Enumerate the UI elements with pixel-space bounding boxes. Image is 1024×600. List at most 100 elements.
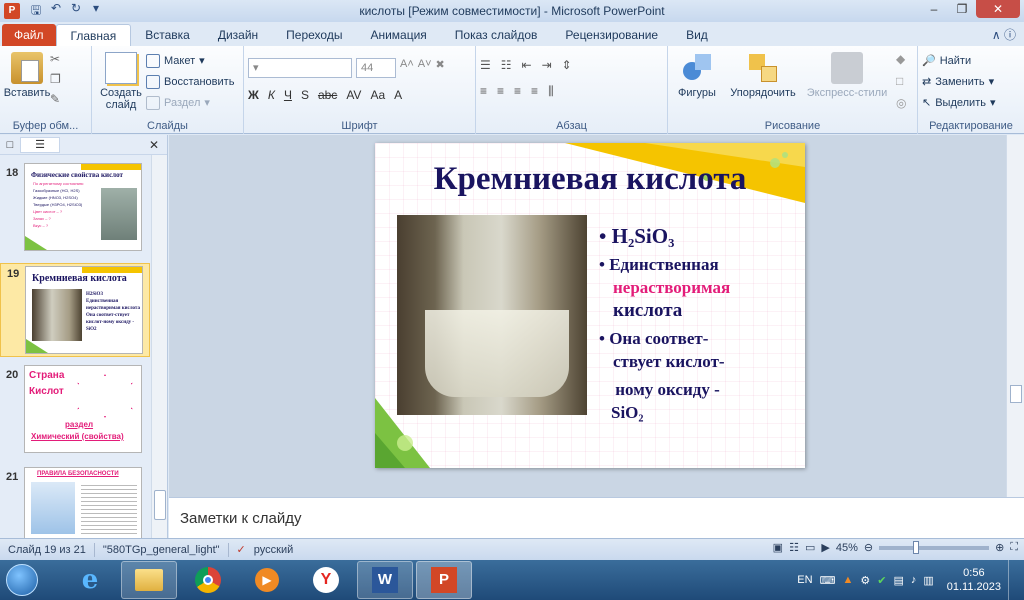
tab-view[interactable]: Вид <box>672 24 722 46</box>
taskbar-internet-explorer[interactable]: e <box>62 561 118 599</box>
increase-indent-icon[interactable]: ⇥ <box>542 58 552 72</box>
slideshow-icon[interactable]: ▶ <box>821 541 829 554</box>
spellcheck-icon[interactable]: ✓ <box>237 543 246 556</box>
find-button[interactable]: 🔎 Найти <box>922 50 1020 71</box>
shrink-font-icon[interactable]: A˅ <box>418 58 432 78</box>
thumbnail-slide-20[interactable]: 20 Страна Кислот раздел Химический (свой… <box>0 365 150 461</box>
arrange-button[interactable]: Упорядочить <box>728 48 798 110</box>
close-panel-icon[interactable]: ✕ <box>149 138 159 152</box>
avast-icon[interactable]: ▲ <box>842 574 853 586</box>
slide-title[interactable]: Кремниевая кислота <box>375 161 805 198</box>
copy-icon[interactable]: ❐ <box>50 72 61 86</box>
taskbar-word[interactable]: W <box>357 561 413 599</box>
align-center-icon[interactable]: ≡ <box>497 84 504 99</box>
language-bar[interactable]: EN <box>797 574 812 586</box>
zoom-level[interactable]: 45% <box>836 542 858 554</box>
case-button[interactable]: Aa <box>370 88 385 102</box>
undo-icon[interactable]: ↶ <box>48 1 64 22</box>
align-right-icon[interactable]: ≡ <box>514 84 521 99</box>
powerpoint-app-icon[interactable]: P <box>4 3 20 19</box>
tab-file[interactable]: Файл <box>2 24 56 46</box>
save-icon[interactable]: 🖫 <box>28 1 44 22</box>
security-icon[interactable]: ✔ <box>877 574 886 587</box>
tab-design[interactable]: Дизайн <box>204 24 272 46</box>
italic-button[interactable]: К <box>268 88 275 102</box>
underline-button[interactable]: Ч <box>284 88 292 102</box>
thumbnail-scrollbar[interactable] <box>151 155 167 538</box>
paste-button[interactable]: Вставить <box>4 48 50 106</box>
tab-home[interactable]: Главная <box>55 24 132 46</box>
outline-icon[interactable]: □ <box>896 74 906 88</box>
notes-pane[interactable]: Заметки к слайду <box>169 497 1024 538</box>
font-color-button[interactable]: A <box>394 88 402 102</box>
grow-font-icon[interactable]: A˄ <box>400 58 414 78</box>
quick-styles-button[interactable]: Экспресс-стили <box>804 48 890 110</box>
help-icon[interactable]: ∧ ⓘ <box>992 26 1016 43</box>
test-tube-photo[interactable] <box>397 215 587 415</box>
thumbnail-slide-21[interactable]: 21 ПРАВИЛА БЕЗОПАСНОСТИ <box>0 467 150 539</box>
redo-icon[interactable]: ↻ <box>68 1 84 22</box>
tab-review[interactable]: Рецензирование <box>551 24 672 46</box>
font-size-input[interactable]: 44 <box>356 58 396 78</box>
decrease-indent-icon[interactable]: ⇤ <box>522 58 532 72</box>
zoom-out-icon[interactable]: ⊖ <box>864 541 873 554</box>
section-button[interactable]: Раздел ▾ <box>146 92 234 113</box>
zoom-slider[interactable] <box>879 540 990 554</box>
keyboard-icon[interactable]: ⌨ <box>820 574 836 587</box>
taskbar-media[interactable]: ▶ <box>239 561 295 599</box>
tab-animation[interactable]: Анимация <box>356 24 440 46</box>
select-button[interactable]: ↖ Выделить ▾ <box>922 92 1020 113</box>
thumbnail-slide-18[interactable]: 18 Физические свойства кислот По агрегат… <box>0 163 150 259</box>
clear-format-icon[interactable]: ✖ <box>436 58 445 78</box>
reading-view-icon[interactable]: ▭ <box>805 541 815 554</box>
spacing-button[interactable]: AV <box>346 88 361 102</box>
slide-sorter-icon[interactable]: ☷ <box>789 541 799 554</box>
language-indicator[interactable]: русский <box>254 544 293 556</box>
reset-button[interactable]: Восстановить <box>146 71 234 92</box>
scroll-thumb[interactable] <box>1010 385 1022 403</box>
customize-qat-icon[interactable]: ▾ <box>88 1 104 22</box>
layout-button[interactable]: Макет ▾ <box>146 50 234 71</box>
thumbnail-slide-19-selected[interactable]: 19 Кремниевая кислота H2SiO3 Единственна… <box>0 263 150 357</box>
zoom-knob[interactable] <box>913 540 920 554</box>
format-painter-icon[interactable]: ✎ <box>50 92 61 106</box>
shadow-button[interactable]: S <box>301 88 309 102</box>
line-spacing-icon[interactable]: ⇕ <box>562 58 572 72</box>
editor-scrollbar[interactable] <box>1006 135 1024 497</box>
device-icon[interactable]: ▤ <box>893 574 903 587</box>
columns-icon[interactable]: ⫼ <box>548 84 554 99</box>
scroll-thumb[interactable] <box>154 490 166 520</box>
network-icon[interactable]: ▥ <box>923 574 933 587</box>
taskbar-yandex[interactable]: Y <box>298 561 354 599</box>
tab-insert[interactable]: Вставка <box>131 24 204 46</box>
clock[interactable]: 0:56 01.11.2023 <box>947 566 1001 594</box>
cut-icon[interactable]: ✂ <box>50 52 61 66</box>
start-button[interactable] <box>0 560 44 600</box>
zoom-in-icon[interactable]: ⊕ <box>995 541 1004 554</box>
outline-tab-icon[interactable]: ☰ <box>20 136 60 153</box>
tab-transitions[interactable]: Переходы <box>272 24 356 46</box>
slides-tab-icon[interactable]: □ <box>0 139 20 151</box>
font-name-input[interactable]: ▾ <box>248 58 352 78</box>
fill-icon[interactable]: ◆ <box>896 52 906 66</box>
close-button[interactable]: ✕ <box>976 0 1020 18</box>
bold-button[interactable]: Ж <box>248 88 259 102</box>
justify-icon[interactable]: ≡ <box>531 84 538 99</box>
show-desktop-button[interactable] <box>1008 560 1020 600</box>
normal-view-icon[interactable]: ▣ <box>773 541 783 554</box>
fit-to-window-icon[interactable]: ⛶ <box>1010 541 1018 554</box>
volume-icon[interactable]: ♪ <box>911 574 917 586</box>
restore-button[interactable]: ❐ <box>948 0 976 18</box>
taskbar-chrome[interactable] <box>180 561 236 599</box>
minimize-button[interactable]: – <box>920 0 948 18</box>
shapes-button[interactable]: Фигуры <box>672 48 722 110</box>
network-tool-icon[interactable]: ⚙ <box>860 574 870 587</box>
bullets-icon[interactable]: ☰ <box>480 58 491 72</box>
theme-name[interactable]: "580TGp_general_light" <box>103 544 220 556</box>
taskbar-powerpoint[interactable]: P <box>416 561 472 599</box>
taskbar-explorer[interactable] <box>121 561 177 599</box>
effects-icon[interactable]: ◎ <box>896 96 906 110</box>
align-left-icon[interactable]: ≡ <box>480 84 487 99</box>
tab-slideshow[interactable]: Показ слайдов <box>441 24 552 46</box>
strikethrough-button[interactable]: abc <box>318 88 337 102</box>
